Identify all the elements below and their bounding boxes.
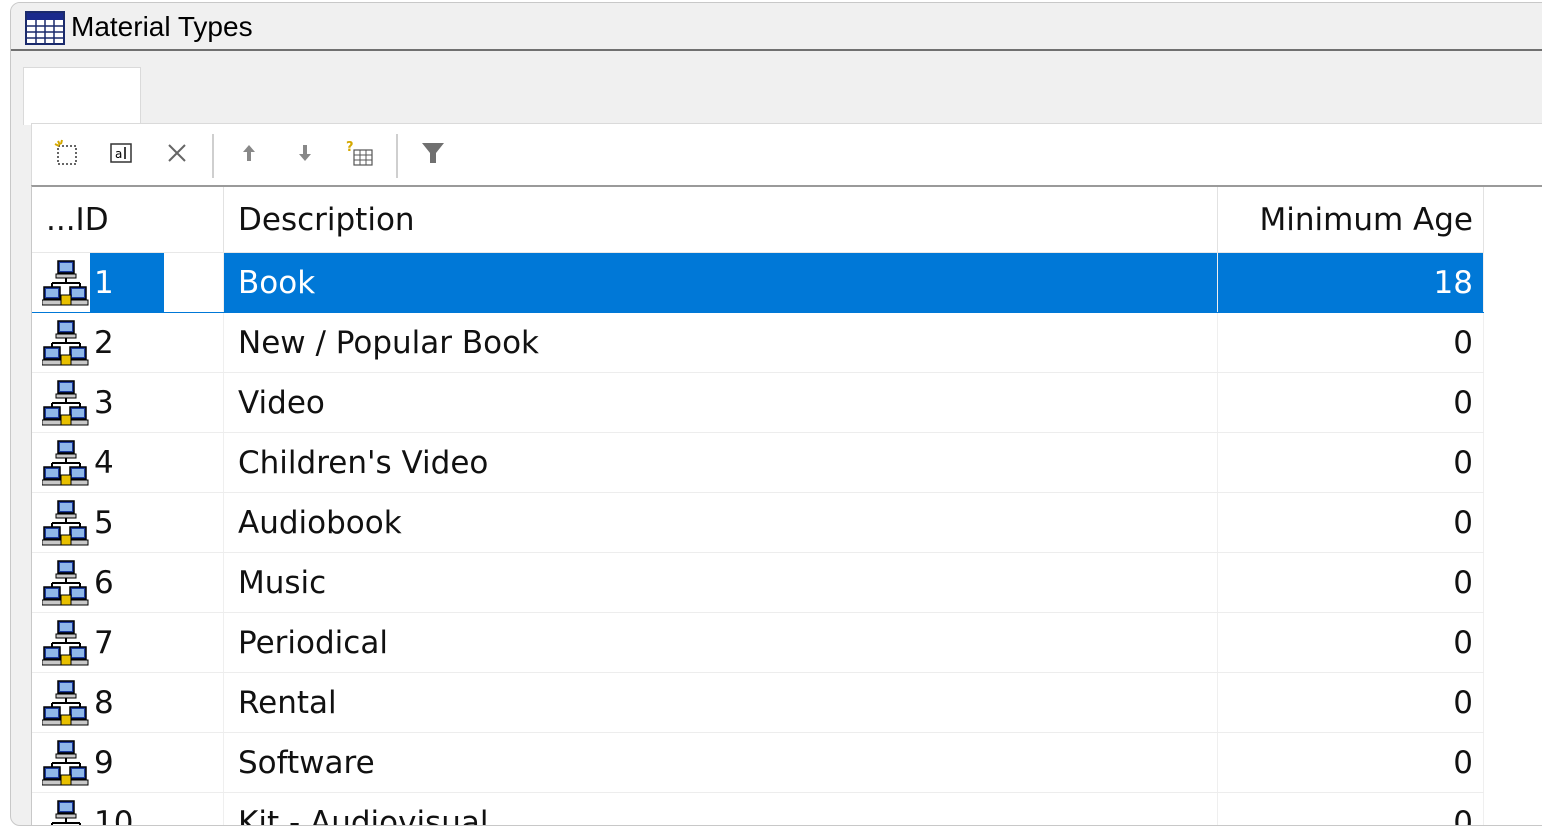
network-computers-icon	[41, 439, 90, 487]
id-value: 2	[94, 325, 114, 361]
network-computers-icon	[41, 499, 90, 547]
table-row[interactable]: 3 Video 0	[32, 373, 1484, 433]
title-bar: Material Types	[11, 3, 1542, 51]
cell-description[interactable]: Software	[224, 733, 1218, 792]
window-title: Material Types	[71, 11, 253, 42]
cell-id[interactable]: 5	[32, 493, 224, 552]
network-computers-icon	[41, 259, 90, 307]
table-row[interactable]: 1 Book 18	[32, 253, 1484, 313]
column-header-description[interactable]: Description	[224, 187, 1218, 253]
new-record-icon[interactable]	[52, 138, 82, 168]
cell-minimum-age[interactable]: 0	[1218, 553, 1484, 612]
id-value: 5	[94, 505, 114, 541]
cell-id[interactable]: 4	[32, 433, 224, 492]
id-value: 9	[94, 745, 114, 781]
cell-minimum-age[interactable]: 0	[1218, 673, 1484, 732]
edit-record-icon[interactable]: a	[106, 138, 136, 168]
cell-minimum-age[interactable]: 0	[1218, 793, 1484, 825]
cell-description[interactable]: New / Popular Book	[224, 313, 1218, 372]
cell-description[interactable]: Periodical	[224, 613, 1218, 672]
cell-id[interactable]: 6	[32, 553, 224, 612]
table-row[interactable]: 10 Kit - Audiovisual 0	[32, 793, 1484, 825]
table-row[interactable]: 6 Music 0	[32, 553, 1484, 613]
cell-minimum-age[interactable]: 0	[1218, 613, 1484, 672]
network-computers-icon	[41, 319, 90, 367]
cell-description[interactable]: Book	[224, 253, 1218, 312]
table-row[interactable]: 8 Rental 0	[32, 673, 1484, 733]
cell-description[interactable]: Rental	[224, 673, 1218, 732]
toolbar: a ?	[31, 123, 1542, 185]
filter-icon[interactable]	[418, 138, 448, 168]
svg-text:a: a	[115, 147, 122, 161]
table-row[interactable]: 7 Periodical 0	[32, 613, 1484, 673]
cell-id[interactable]: 8	[32, 673, 224, 732]
move-up-icon[interactable]	[234, 138, 264, 168]
table-row[interactable]: 9 Software 0	[32, 733, 1484, 793]
cell-minimum-age[interactable]: 0	[1218, 733, 1484, 792]
id-value: 8	[94, 685, 114, 721]
cell-minimum-age[interactable]: 0	[1218, 313, 1484, 372]
network-computers-icon	[41, 679, 90, 727]
move-down-icon[interactable]	[290, 138, 320, 168]
cell-minimum-age[interactable]: 0	[1218, 373, 1484, 432]
help-table-icon[interactable]: ?	[344, 138, 374, 168]
network-computers-icon	[41, 559, 90, 607]
column-header-minimum-age[interactable]: Minimum Age	[1218, 187, 1484, 253]
column-header-id[interactable]: ...ID	[32, 187, 224, 253]
cell-id[interactable]: 3	[32, 373, 224, 432]
cell-minimum-age[interactable]: 0	[1218, 493, 1484, 552]
id-value: 1	[90, 253, 164, 313]
id-value: 7	[94, 625, 114, 661]
cell-minimum-age[interactable]: 0	[1218, 433, 1484, 492]
tab-strip	[11, 53, 1542, 125]
table-row[interactable]: 4 Children's Video 0	[32, 433, 1484, 493]
cell-description[interactable]: Music	[224, 553, 1218, 612]
id-value: 6	[94, 565, 114, 601]
delete-icon[interactable]	[162, 138, 192, 168]
material-types-window: Material Types a ? ...ID Description Min…	[10, 2, 1542, 826]
toolbar-separator	[212, 134, 214, 178]
cell-id[interactable]: 1	[32, 253, 224, 313]
grid-empty-area	[1484, 187, 1542, 825]
id-value: 10	[94, 805, 134, 825]
cell-minimum-age[interactable]: 18	[1218, 253, 1484, 312]
data-grid: ...ID Description Minimum Age 1 Book 18 2 N…	[31, 185, 1542, 825]
network-computers-icon	[41, 619, 90, 667]
network-computers-icon	[42, 799, 90, 825]
network-computers-icon	[41, 379, 90, 427]
svg-text:?: ?	[346, 140, 354, 155]
cell-id[interactable]: 9	[32, 733, 224, 792]
cell-description[interactable]: Audiobook	[224, 493, 1218, 552]
cell-description[interactable]: Children's Video	[224, 433, 1218, 492]
cell-id[interactable]: 7	[32, 613, 224, 672]
toolbar-separator	[396, 134, 398, 178]
tab-main[interactable]	[23, 67, 141, 125]
id-value: 3	[94, 385, 114, 421]
table-icon	[25, 11, 65, 45]
cell-description[interactable]: Kit - Audiovisual	[224, 793, 1218, 825]
network-computers-icon	[41, 739, 90, 787]
cell-description[interactable]: Video	[224, 373, 1218, 432]
id-value: 4	[94, 445, 114, 481]
cell-id[interactable]: 2	[32, 313, 224, 372]
cell-id[interactable]: 10	[32, 793, 224, 825]
table-row[interactable]: 2 New / Popular Book 0	[32, 313, 1484, 373]
table-row[interactable]: 5 Audiobook 0	[32, 493, 1484, 553]
